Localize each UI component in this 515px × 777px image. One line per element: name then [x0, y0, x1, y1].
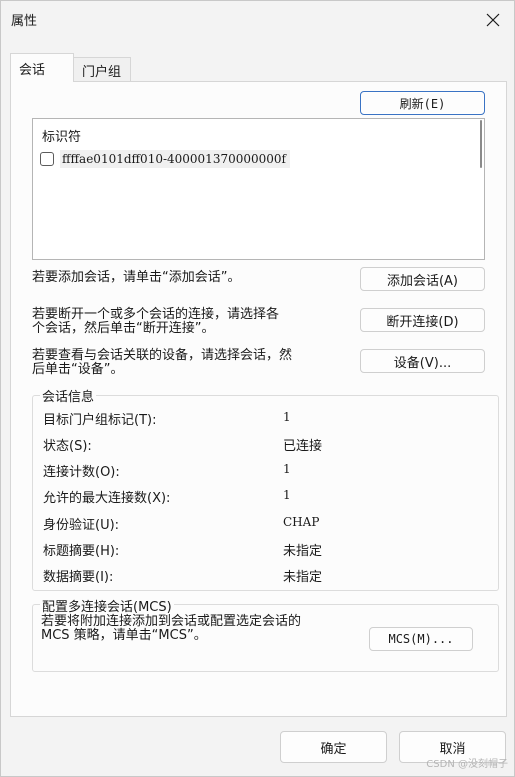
- devices-button[interactable]: 设备(V)...: [360, 349, 485, 373]
- session-list[interactable]: 标识符 ffffae0101dff010-400001370000000f: [32, 118, 485, 260]
- mcs-instruction-line1: 若要将附加连接添加到会话或配置选定会话的: [41, 614, 302, 629]
- header-digest-label: 标题摘要(H):: [43, 544, 120, 559]
- session-id: ffffae0101dff010-400001370000000f: [60, 150, 290, 168]
- mcs-instruction-line2: MCS 策略，请单击“MCS”。: [41, 628, 207, 643]
- window-title: 属性: [11, 14, 38, 29]
- disconnect-instruction-line1: 若要断开一个或多个会话的连接，请选择各: [32, 307, 280, 322]
- authentication-value: CHAP: [283, 515, 320, 529]
- devices-instruction-line1: 若要查看与会话关联的设备，请选择会话，然: [32, 348, 293, 363]
- refresh-button[interactable]: 刷新(E): [360, 91, 485, 115]
- data-digest-value: 未指定: [283, 570, 323, 585]
- tab-portal-group[interactable]: 门户组: [73, 57, 131, 83]
- ok-button[interactable]: 确定: [280, 731, 387, 763]
- connection-count-value: 1: [283, 462, 291, 476]
- status-label: 状态(S):: [43, 439, 92, 454]
- add-session-instruction: 若要添加会话，请单击“添加会话”。: [32, 270, 241, 285]
- authentication-label: 身份验证(U):: [43, 518, 120, 533]
- status-value: 已连接: [283, 439, 323, 454]
- connection-count-label: 连接计数(O):: [43, 465, 120, 480]
- session-checkbox[interactable]: [40, 152, 54, 166]
- target-portal-group-tag-label: 目标门户组标记(T):: [43, 413, 157, 428]
- session-info-legend: 会话信息: [40, 386, 97, 405]
- properties-dialog: 属性 会话 门户组 刷新(E) 标识符 ffffae0101dff010-400…: [0, 0, 515, 777]
- mcs-group-legend: 配置多连接会话(MCS): [40, 596, 174, 615]
- close-button[interactable]: [478, 5, 508, 35]
- mcs-button[interactable]: MCS(M)...: [369, 627, 473, 651]
- data-digest-label: 数据摘要(I):: [43, 570, 114, 585]
- max-connections-value: 1: [283, 488, 291, 502]
- header-digest-value: 未指定: [283, 544, 323, 559]
- disconnect-instruction-line2: 个会话，然后单击“断开连接”。: [32, 321, 215, 336]
- list-scrollbar[interactable]: [479, 120, 483, 168]
- title-bar: 属性: [1, 1, 514, 39]
- watermark: CSDN @没刻帽子: [426, 759, 508, 770]
- devices-instruction-line2: 后单击“设备”。: [32, 362, 124, 377]
- disconnect-button[interactable]: 断开连接(D): [360, 308, 485, 332]
- max-connections-label: 允许的最大连接数(X):: [43, 491, 171, 506]
- list-item[interactable]: ffffae0101dff010-400001370000000f: [40, 149, 290, 169]
- list-header-identifier: 标识符: [42, 130, 82, 145]
- close-icon: [486, 13, 500, 27]
- add-session-button[interactable]: 添加会话(A): [360, 267, 485, 291]
- tab-session[interactable]: 会话: [10, 53, 74, 82]
- target-portal-group-tag-value: 1: [283, 410, 291, 424]
